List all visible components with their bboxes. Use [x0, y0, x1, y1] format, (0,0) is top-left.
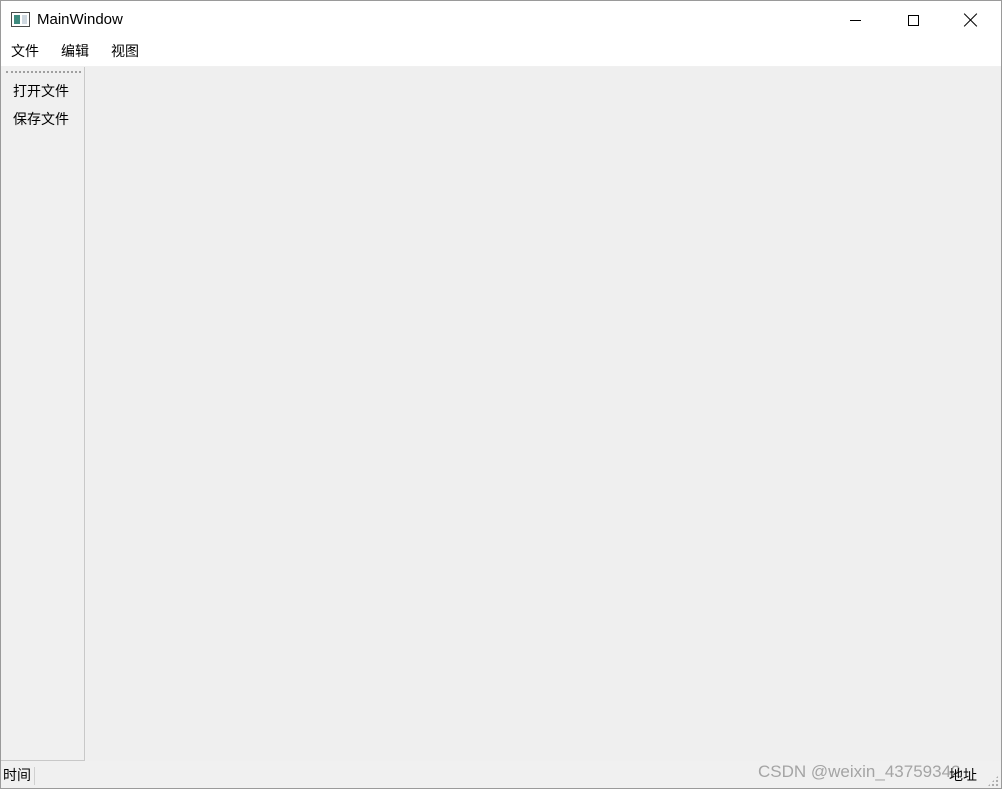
status-time-label: 时间 [3, 767, 35, 785]
window-title: MainWindow [37, 11, 123, 28]
close-button[interactable] [942, 1, 1000, 39]
minimize-icon [849, 19, 861, 21]
menu-bar: 文件 编辑 视图 [1, 39, 1001, 66]
close-icon [964, 13, 978, 27]
toolbar: 打开文件 保存文件 [1, 67, 85, 761]
central-widget [86, 67, 1001, 761]
main-window: MainWindow 文件 编辑 视图 打开文件 保存文件 时间 CSDN @w… [0, 0, 1002, 789]
watermark: CSDN @weixin_43759342 [758, 762, 961, 781]
maximize-icon [907, 14, 919, 26]
menu-edit[interactable]: 编辑 [61, 43, 89, 61]
status-bar: 时间 CSDN @weixin_43759342 地址 [1, 761, 1001, 788]
menu-file[interactable]: 文件 [11, 43, 39, 61]
title-bar[interactable]: MainWindow [1, 1, 1001, 39]
window-icon [11, 12, 30, 27]
open-file-button[interactable]: 打开文件 [13, 83, 69, 101]
save-file-button[interactable]: 保存文件 [13, 111, 69, 129]
status-address-label: 地址 [949, 768, 977, 784]
minimize-button[interactable] [826, 1, 884, 39]
menu-view[interactable]: 视图 [111, 43, 139, 61]
toolbar-drag-handle[interactable] [6, 71, 81, 73]
maximize-button[interactable] [884, 1, 942, 39]
size-grip-icon[interactable] [987, 775, 999, 787]
